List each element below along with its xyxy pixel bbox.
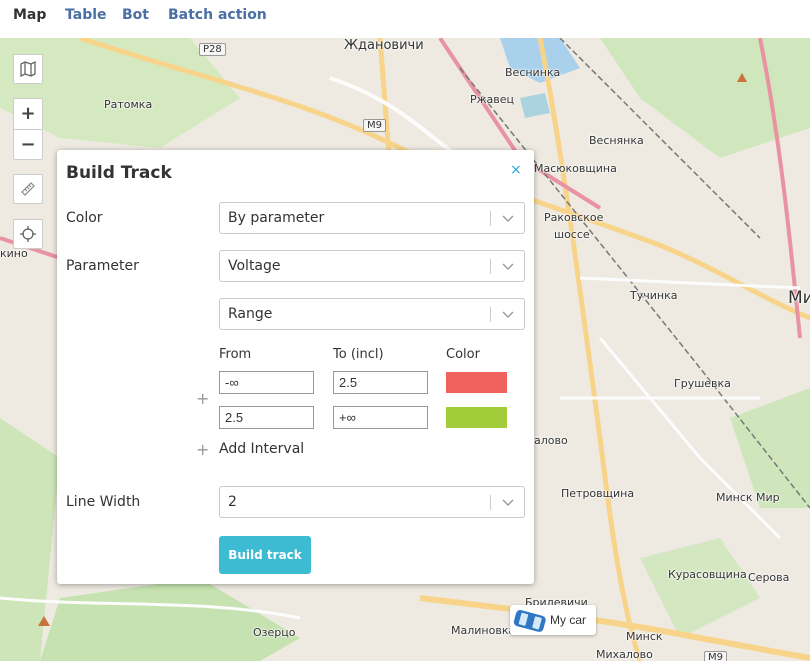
map-label: алово [534, 434, 568, 447]
build-track-panel: Build Track × Color By parameter Paramet… [57, 150, 534, 584]
map-label: Минск [626, 630, 663, 643]
interval-from-input[interactable] [219, 406, 314, 429]
mode-select[interactable]: Range [219, 298, 525, 330]
road-badge: M9 [363, 119, 386, 132]
map-poi-icon [737, 73, 747, 82]
map-label: Ржавец [470, 93, 515, 106]
map-label: Курасовщина [668, 568, 747, 581]
tab-map[interactable]: Map [13, 7, 46, 23]
select-value: Voltage [228, 258, 281, 274]
road-badge: M9 [704, 651, 727, 661]
car-icon [512, 608, 548, 634]
chevron-down-icon [502, 499, 514, 506]
map-icon [20, 61, 36, 77]
tab-batch-action[interactable]: Batch action [168, 7, 267, 23]
line-width-select[interactable]: 2 [219, 486, 525, 518]
parameter-select[interactable]: Voltage [219, 250, 525, 282]
select-value: Range [228, 306, 273, 322]
map-label: Веснинка [505, 66, 561, 79]
parameter-label: Parameter [66, 258, 139, 274]
from-header: From [219, 347, 252, 362]
select-separator [490, 211, 491, 226]
map-label: Михалово [596, 648, 653, 661]
map-label: шоссе [554, 228, 590, 241]
select-separator [490, 495, 491, 510]
add-interval-button[interactable]: Add Interval [219, 441, 304, 457]
select-separator [490, 259, 491, 274]
zoom-out-button[interactable]: − [14, 130, 42, 160]
plus-icon[interactable]: + [196, 389, 209, 408]
interval-from-input[interactable] [219, 371, 314, 394]
zoom-in-button[interactable]: + [14, 99, 42, 130]
map-label: Тучинка [630, 289, 678, 302]
color-header: Color [446, 347, 480, 362]
interval-to-input[interactable] [333, 371, 428, 394]
map-label: Масюковщина [534, 162, 617, 175]
ruler-icon [21, 182, 35, 196]
locate-button[interactable] [13, 219, 43, 249]
map-label: Ми [788, 288, 810, 308]
map-label: Раковское [544, 211, 604, 224]
line-width-label: Line Width [66, 494, 141, 510]
color-label: Color [66, 210, 103, 226]
tab-bot[interactable]: Bot [122, 7, 149, 23]
tab-table[interactable]: Table [65, 7, 107, 23]
build-track-button[interactable]: Build track [219, 536, 311, 574]
close-icon[interactable]: × [510, 162, 522, 178]
panel-title: Build Track [66, 163, 172, 183]
zoom-control: + − [13, 98, 43, 160]
map-label: Минск Мир [716, 491, 780, 504]
interval-color-swatch[interactable] [446, 407, 507, 428]
chevron-down-icon [502, 263, 514, 270]
map-label: Веснянка [589, 134, 644, 147]
map-label: Ратомка [104, 98, 153, 111]
select-value: By parameter [228, 210, 325, 226]
measure-button[interactable] [13, 174, 43, 204]
map-layers-button[interactable] [13, 54, 43, 84]
select-separator [490, 307, 491, 322]
vehicle-marker[interactable]: My car [510, 605, 596, 635]
to-header: To (incl) [333, 347, 384, 362]
map-label: Озерцо [253, 626, 296, 639]
map-label: Грушевка [674, 377, 731, 390]
map-label: Ждановичи [344, 38, 424, 53]
plus-icon[interactable]: + [196, 440, 209, 459]
interval-to-input[interactable] [333, 406, 428, 429]
interval-color-swatch[interactable] [446, 372, 507, 393]
map-poi-icon [38, 616, 50, 626]
tab-bar: Map Table Bot Batch action [0, 0, 810, 39]
road-badge: P28 [199, 43, 226, 56]
map-label: Петровщина [561, 487, 635, 500]
vehicle-label: My car [550, 613, 586, 627]
crosshair-icon [20, 226, 36, 242]
chevron-down-icon [502, 311, 514, 318]
chevron-down-icon [502, 215, 514, 222]
color-mode-select[interactable]: By parameter [219, 202, 525, 234]
map-label: Малиновка [451, 624, 516, 637]
select-value: 2 [228, 494, 237, 510]
map-label: Серова [748, 571, 790, 584]
